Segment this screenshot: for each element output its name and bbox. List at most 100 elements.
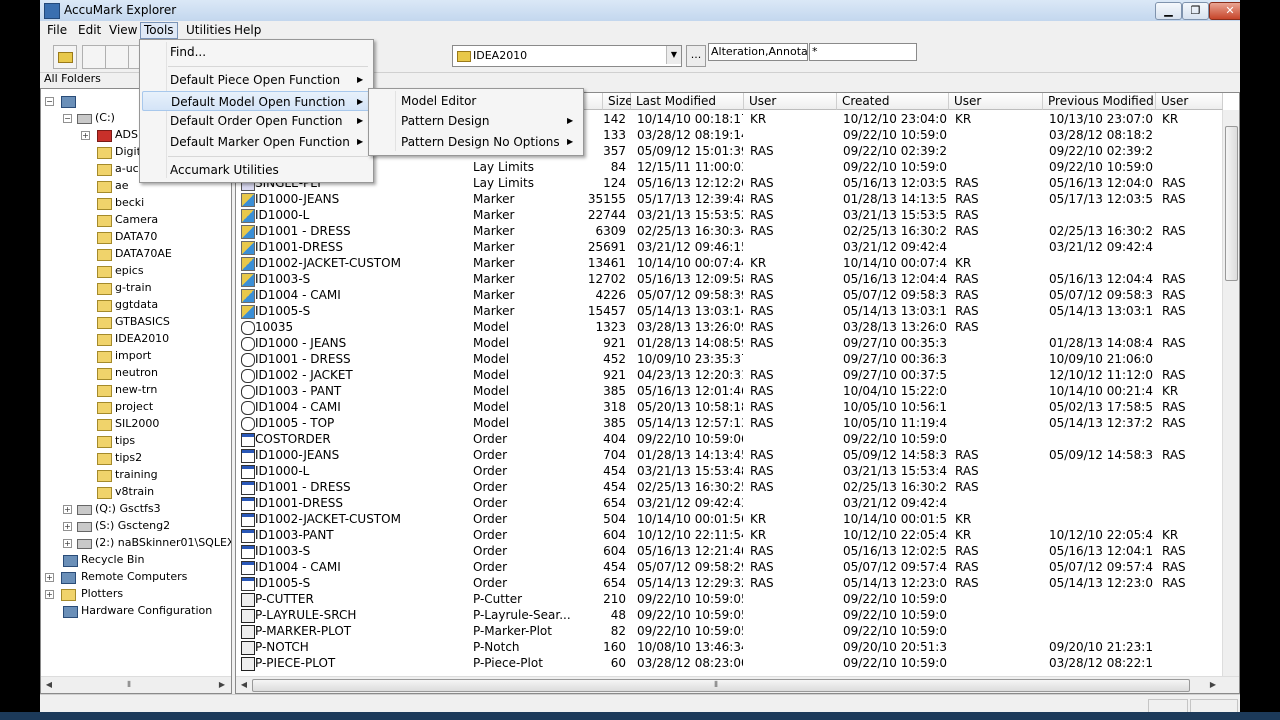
table-row[interactable]: ID1000-JEANS Marker 35155 05/17/13 12:39:48…	[236, 191, 1221, 207]
table-row[interactable]: ID1005-S Order 654 05/14/13 12:29:32 RAS 05/1…	[236, 575, 1221, 591]
table-row[interactable]: ID1005-S Marker 15457 05/14/13 13:03:14 RAS 0…	[236, 303, 1221, 319]
expand-icon[interactable]: +	[81, 131, 90, 140]
table-row[interactable]: ID1002 - JACKET Model 921 04/23/13 12:20:31…	[236, 367, 1221, 383]
tree-horizontal-scrollbar[interactable]: ◀ ⦀ ▶	[41, 676, 231, 693]
open-folder-icon	[97, 334, 112, 346]
table-row[interactable]: ID1001 - DRESS Model 452 10/09/10 23:35:37 0…	[236, 351, 1221, 367]
table-row[interactable]: ID1004 - CAMI Model 318 05/20/13 10:58:18 RA…	[236, 399, 1221, 415]
expand-icon[interactable]: +	[45, 590, 54, 599]
column-header-previous-user[interactable]: User	[1156, 93, 1223, 110]
expand-icon[interactable]: +	[63, 505, 72, 514]
column-header-previous-modified[interactable]: Previous Modified	[1043, 93, 1156, 110]
taskbar	[0, 712, 1280, 720]
table-row[interactable]: COSTORDER Order 404 09/22/10 10:59:06 09/22/…	[236, 431, 1221, 447]
expand-icon[interactable]: +	[63, 539, 72, 548]
horizontal-scrollbar[interactable]: ◀ ⦀ ▶	[236, 676, 1239, 693]
menu-item-default-piece-open[interactable]: Default Piece Open Function ▶	[142, 70, 370, 90]
table-row[interactable]: ID1001 - DRESS Order 454 02/25/13 16:30:25 R…	[236, 479, 1221, 495]
copy-button[interactable]	[105, 45, 129, 69]
column-header-size[interactable]: Size	[603, 93, 633, 110]
menu-item-model-editor[interactable]: Model Editor	[371, 91, 580, 111]
vertical-scrollbar[interactable]	[1222, 110, 1239, 677]
table-row[interactable]: P-CUTTER P-Cutter 210 09/22/10 10:59:05 09/2…	[236, 591, 1221, 607]
table-row[interactable]: ID1002-JACKET-CUSTOM Marker 13461 10/14/10 …	[236, 255, 1221, 271]
column-header-created-user[interactable]: User	[949, 93, 1043, 110]
cell-user: RAS	[750, 576, 774, 590]
order-file-icon	[241, 465, 255, 479]
scroll-left-icon[interactable]: ◀	[237, 678, 251, 692]
cut-button[interactable]	[82, 45, 106, 69]
chevron-down-icon[interactable]: ▼	[666, 46, 681, 64]
menu-file[interactable]: File	[45, 23, 69, 38]
menu-item-default-model-open[interactable]: Default Model Open Function ▶	[142, 91, 370, 111]
table-row[interactable]: ID1004 - CAMI Marker 4226 05/07/12 09:58:39…	[236, 287, 1221, 303]
location-combo[interactable]: IDEA2010 ▼	[452, 45, 682, 67]
model-file-icon	[241, 321, 255, 335]
table-row[interactable]: ID1001-DRESS Order 654 03/21/12 09:42:43 03/…	[236, 495, 1221, 511]
table-row[interactable]: P-NOTCH P-Notch 160 10/08/10 13:46:34 09/20/…	[236, 639, 1221, 655]
menu-item-default-order-open[interactable]: Default Order Open Function ▶	[142, 111, 370, 131]
table-row[interactable]: ID1001 - DRESS Marker 6309 02/25/13 16:30:3…	[236, 223, 1221, 239]
minimize-button[interactable]: ▁	[1155, 2, 1182, 20]
table-row[interactable]: ID1001-DRESS Marker 25691 03/21/12 09:46:15…	[236, 239, 1221, 255]
network-drive-icon	[77, 539, 92, 549]
table-row[interactable]: ID1000-L Order 454 03/21/13 15:53:48 RAS 03/2…	[236, 463, 1221, 479]
expand-icon[interactable]: +	[45, 573, 54, 582]
collapse-icon[interactable]: −	[45, 97, 54, 106]
table-row[interactable]: Lay Limits 84 12/15/11 11:00:03 09/22/10 10…	[236, 159, 1221, 175]
table-row[interactable]: 10035 Model 1323 03/28/13 13:26:09 RAS 03/28/…	[236, 319, 1221, 335]
table-row[interactable]: ID1005 - TOP Model 385 05/14/13 12:57:13 RAS…	[236, 415, 1221, 431]
maximize-button[interactable]: ❐	[1182, 2, 1209, 20]
table-row[interactable]: ID1003-S Marker 12702 05/16/13 12:09:58 RAS 0…	[236, 271, 1221, 287]
menu-help[interactable]: Help	[232, 23, 263, 38]
submenu-arrow-icon: ▶	[567, 116, 574, 125]
scroll-right-icon[interactable]: ▶	[1206, 678, 1220, 692]
table-row[interactable]: P-MARKER-PLOT P-Marker-Plot 82 09/22/10 10:…	[236, 623, 1221, 639]
expand-icon[interactable]: +	[63, 522, 72, 531]
scroll-grip-icon[interactable]: ⦀	[709, 678, 723, 692]
file-list[interactable]: Size Last Modified User Created User Pre…	[235, 92, 1240, 694]
close-button[interactable]: ✕	[1209, 2, 1240, 20]
collapse-icon[interactable]: −	[63, 114, 72, 123]
menu-item-accumark-utilities[interactable]: Accumark Utilities	[142, 160, 370, 180]
menu-item-pattern-design-no-options[interactable]: Pattern Design No Options ▶	[371, 132, 580, 152]
cell-cuser: KR	[955, 256, 972, 270]
table-row[interactable]: ID1003-PANT Order 604 10/12/10 22:11:54 KR 10…	[236, 527, 1221, 543]
menu-tools[interactable]: Tools	[140, 22, 178, 39]
menu-view[interactable]: View	[107, 23, 139, 38]
table-row[interactable]: SINGLE-PLY Lay Limits 124 05/16/13 12:12:26…	[236, 175, 1221, 191]
cell-puser: RAS	[1162, 400, 1186, 414]
table-row[interactable]: ID1000-L Marker 22744 03/21/13 15:53:52 RAS 0…	[236, 207, 1221, 223]
table-row[interactable]: ID1003 - PANT Model 385 05/16/13 12:01:46 RA…	[236, 383, 1221, 399]
table-row[interactable]: ID1004 - CAMI Order 454 05/07/12 09:58:29 RA…	[236, 559, 1221, 575]
column-header-user[interactable]: User	[744, 93, 837, 110]
column-header-created[interactable]: Created	[837, 93, 949, 110]
folder-up-button[interactable]	[53, 45, 77, 69]
scroll-grip-icon[interactable]: ⦀	[122, 678, 136, 692]
table-row[interactable]: ID1002-JACKET-CUSTOM Order 504 10/14/10 00:…	[236, 511, 1221, 527]
menu-utilities[interactable]: Utilities	[184, 23, 233, 38]
browse-button[interactable]: ...	[686, 45, 706, 67]
filter-name-field[interactable]: *	[809, 43, 917, 61]
cell-modified: 10/09/10 23:35:37	[637, 352, 743, 366]
cell-puser: RAS	[1162, 336, 1186, 350]
menu-item-pattern-design[interactable]: Pattern Design ▶	[371, 111, 580, 131]
title-bar[interactable]: AccuMark Explorer ▁ ❐ ✕	[40, 0, 1240, 22]
table-row[interactable]: ID1003-S Order 604 05/16/13 12:21:40 RAS 05/1…	[236, 543, 1221, 559]
column-header-last-modified[interactable]: Last Modified	[631, 93, 744, 110]
cell-size: 385	[603, 384, 626, 398]
table-row[interactable]: ID1000-JEANS Order 704 01/28/13 14:13:45 RAS…	[236, 447, 1221, 463]
menu-item-default-marker-open[interactable]: Default Marker Open Function ▶	[142, 132, 370, 152]
cell-created: 09/22/10 10:59:05	[843, 624, 947, 638]
cell-size: 25691	[587, 240, 626, 254]
cell-size: 48	[610, 608, 626, 622]
table-row[interactable]: P-PIECE-PLOT P-Piece-Plot 60 03/28/12 08:23…	[236, 655, 1221, 671]
vertical-scroll-thumb[interactable]	[1225, 126, 1238, 281]
filter-types-field[interactable]: Alteration,Annotation	[708, 43, 808, 61]
table-row[interactable]: ID1000 - JEANS Model 921 01/28/13 14:08:59 R…	[236, 335, 1221, 351]
menu-edit[interactable]: Edit	[76, 23, 103, 38]
scroll-right-icon[interactable]: ▶	[215, 678, 229, 692]
table-row[interactable]: P-LAYRULE-SRCH P-Layrule-Sear... 48 09/22/1…	[236, 607, 1221, 623]
menu-item-find[interactable]: Find...	[142, 42, 370, 62]
scroll-left-icon[interactable]: ◀	[42, 678, 56, 692]
